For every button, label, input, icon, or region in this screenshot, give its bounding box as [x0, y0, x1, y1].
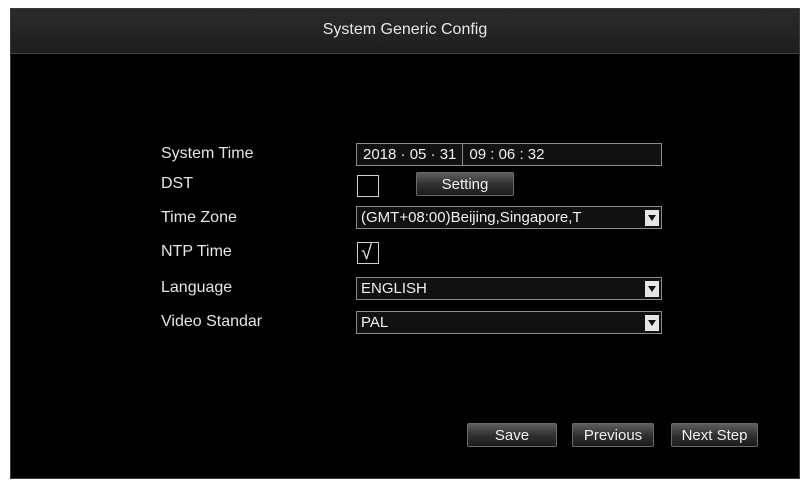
system-time-label: System Time [161, 145, 254, 162]
language-label: Language [161, 279, 233, 296]
chevron-down-icon[interactable] [645, 280, 659, 297]
ntp-time-label: NTP Time [161, 243, 232, 260]
video-standard-value: PAL [361, 314, 389, 331]
previous-button[interactable]: Previous [572, 423, 654, 447]
language-value: ENGLISH [361, 280, 427, 297]
dst-checkbox[interactable] [357, 175, 379, 197]
system-time-field[interactable]: 2018 · 05 · 31 09 : 06 : 32 [356, 143, 662, 166]
time-zone-select[interactable]: (GMT+08:00)Beijing,Singapore,T [356, 206, 662, 229]
dst-setting-button[interactable]: Setting [416, 172, 514, 196]
time-zone-value: (GMT+08:00)Beijing,Singapore,T [361, 209, 582, 226]
check-icon: √ [361, 242, 372, 264]
language-select[interactable]: ENGLISH [356, 277, 662, 300]
chevron-down-icon[interactable] [645, 209, 659, 226]
video-standard-select[interactable]: PAL [356, 311, 662, 334]
dialog-title: System Generic Config [322, 21, 488, 38]
next-step-button[interactable]: Next Step [671, 423, 758, 447]
save-button[interactable]: Save [467, 423, 557, 447]
time-zone-label: Time Zone [161, 209, 237, 226]
title-bar: System Generic Config [11, 9, 799, 54]
system-time-date[interactable]: 2018 · 05 · 31 [357, 146, 456, 163]
chevron-down-icon[interactable] [645, 314, 659, 331]
dst-label: DST [161, 175, 193, 192]
video-standard-label: Video Standar [161, 313, 263, 330]
system-generic-config-dialog: System Generic Config System Time 2018 ·… [10, 8, 800, 479]
system-time-clock[interactable]: 09 : 06 : 32 [463, 146, 544, 163]
ntp-time-checkbox[interactable]: √ [357, 242, 379, 264]
